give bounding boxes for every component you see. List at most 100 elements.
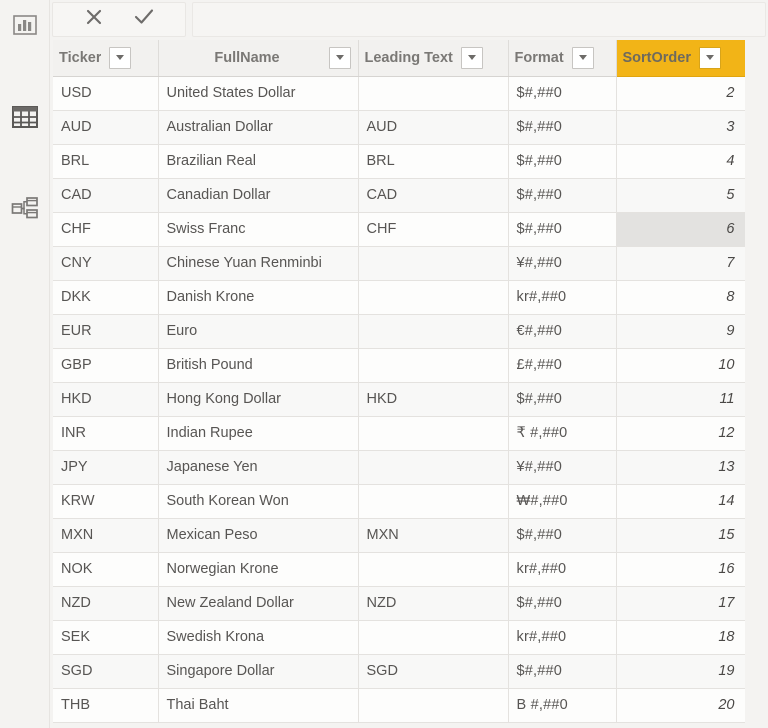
cell-ticker[interactable]: AUD: [53, 110, 159, 145]
cell-ticker[interactable]: MXN: [53, 518, 159, 553]
cell-format[interactable]: $#,##0: [508, 110, 617, 145]
cell-full[interactable]: Chinese Yuan Renminbi: [158, 246, 359, 281]
cell-ticker[interactable]: SGD: [53, 654, 159, 689]
column-header-sortorder[interactable]: SortOrder: [616, 40, 746, 77]
cell-sort[interactable]: 8: [616, 280, 746, 315]
filter-dropdown-format[interactable]: [571, 46, 594, 69]
cell-full[interactable]: Swedish Krona: [158, 620, 359, 655]
cell-sort[interactable]: 18: [616, 620, 746, 655]
cell-sort[interactable]: 5: [616, 178, 746, 213]
cell-ticker[interactable]: CAD: [53, 178, 159, 213]
table-row[interactable]: USD United States Dollar $#,##0 2: [53, 76, 746, 111]
sidebar-item-report-view[interactable]: [8, 8, 42, 42]
table-row[interactable]: AUD Australian Dollar AUD $#,##0 3: [53, 110, 746, 145]
accept-edit-button[interactable]: [127, 5, 161, 35]
sidebar-item-model-view[interactable]: [8, 192, 42, 226]
cell-ticker[interactable]: CNY: [53, 246, 159, 281]
cell-ticker[interactable]: KRW: [53, 484, 159, 519]
cell-format[interactable]: kr#,##0: [508, 280, 617, 315]
cell-ticker[interactable]: NOK: [53, 552, 159, 587]
column-header-ticker[interactable]: Ticker: [53, 40, 159, 77]
cell-format[interactable]: $#,##0: [508, 212, 617, 247]
cell-full[interactable]: South Korean Won: [158, 484, 359, 519]
table-row[interactable]: NOK Norwegian Krone kr#,##0 16: [53, 552, 746, 587]
cell-format[interactable]: $#,##0: [508, 144, 617, 179]
table-row[interactable]: MXN Mexican Peso MXN $#,##0 15: [53, 518, 746, 553]
cell-sort[interactable]: 4: [616, 144, 746, 179]
table-row[interactable]: JPY Japanese Yen ¥#,##0 13: [53, 450, 746, 485]
cell-format[interactable]: ¥#,##0: [508, 246, 617, 281]
table-row[interactable]: CAD Canadian Dollar CAD $#,##0 5: [53, 178, 746, 213]
cell-sort[interactable]: 7: [616, 246, 746, 281]
table-row[interactable]: GBP British Pound £#,##0 10: [53, 348, 746, 383]
column-header-leading-text[interactable]: Leading Text: [358, 40, 509, 77]
cell-full[interactable]: Singapore Dollar: [158, 654, 359, 689]
cell-ticker[interactable]: INR: [53, 416, 159, 451]
filter-dropdown-sortorder[interactable]: [699, 46, 721, 69]
cell-lead[interactable]: [358, 314, 509, 349]
cell-full[interactable]: Canadian Dollar: [158, 178, 359, 213]
cell-ticker[interactable]: EUR: [53, 314, 159, 349]
cell-lead[interactable]: MXN: [358, 518, 509, 553]
filter-dropdown-ticker[interactable]: [109, 46, 132, 69]
cell-lead[interactable]: CAD: [358, 178, 509, 213]
cell-format[interactable]: ₩#,##0: [508, 484, 617, 519]
cell-format[interactable]: $#,##0: [508, 586, 617, 621]
table-row[interactable]: EUR Euro €#,##0 9: [53, 314, 746, 349]
cell-lead[interactable]: [358, 280, 509, 315]
cell-format[interactable]: $#,##0: [508, 76, 617, 111]
cell-full[interactable]: Danish Krone: [158, 280, 359, 315]
table-row[interactable]: CNY Chinese Yuan Renminbi ¥#,##0 7: [53, 246, 746, 281]
cell-sort[interactable]: 13: [616, 450, 746, 485]
sidebar-item-data-view[interactable]: [8, 100, 42, 134]
cell-lead[interactable]: CHF: [358, 212, 509, 247]
cell-full[interactable]: Swiss Franc: [158, 212, 359, 247]
cell-sort[interactable]: 20: [616, 688, 746, 723]
cell-full[interactable]: Thai Baht: [158, 688, 359, 723]
cell-format[interactable]: $#,##0: [508, 382, 617, 417]
cell-sort[interactable]: 2: [616, 76, 746, 111]
cell-sort[interactable]: 14: [616, 484, 746, 519]
cell-ticker[interactable]: JPY: [53, 450, 159, 485]
table-row[interactable]: NZD New Zealand Dollar NZD $#,##0 17: [53, 586, 746, 621]
cell-sort[interactable]: 17: [616, 586, 746, 621]
cell-format[interactable]: £#,##0: [508, 348, 617, 383]
cell-lead[interactable]: [358, 552, 509, 587]
cell-ticker[interactable]: NZD: [53, 586, 159, 621]
cell-format[interactable]: $#,##0: [508, 654, 617, 689]
cell-format[interactable]: €#,##0: [508, 314, 617, 349]
cell-lead[interactable]: AUD: [358, 110, 509, 145]
column-header-fullname[interactable]: FullName: [158, 40, 359, 77]
table-row[interactable]: CHF Swiss Franc CHF $#,##0 6: [53, 212, 746, 247]
cell-sort[interactable]: 19: [616, 654, 746, 689]
cell-full[interactable]: New Zealand Dollar: [158, 586, 359, 621]
table-row[interactable]: BRL Brazilian Real BRL $#,##0 4: [53, 144, 746, 179]
cell-ticker[interactable]: GBP: [53, 348, 159, 383]
cell-ticker[interactable]: BRL: [53, 144, 159, 179]
cell-format[interactable]: ¥#,##0: [508, 450, 617, 485]
cell-format[interactable]: kr#,##0: [508, 620, 617, 655]
cell-lead[interactable]: HKD: [358, 382, 509, 417]
cell-lead[interactable]: [358, 484, 509, 519]
table-row[interactable]: DKK Danish Krone kr#,##0 8: [53, 280, 746, 315]
cell-ticker[interactable]: CHF: [53, 212, 159, 247]
cell-format[interactable]: kr#,##0: [508, 552, 617, 587]
cell-sort[interactable]: 16: [616, 552, 746, 587]
cell-lead[interactable]: BRL: [358, 144, 509, 179]
table-row[interactable]: SEK Swedish Krona kr#,##0 18: [53, 620, 746, 655]
formula-input[interactable]: [192, 2, 766, 37]
cell-sort[interactable]: 15: [616, 518, 746, 553]
cell-full[interactable]: Japanese Yen: [158, 450, 359, 485]
cell-lead[interactable]: [358, 620, 509, 655]
cell-full[interactable]: United States Dollar: [158, 76, 359, 111]
cancel-edit-button[interactable]: [77, 5, 111, 35]
cell-lead[interactable]: [358, 450, 509, 485]
cell-full[interactable]: British Pound: [158, 348, 359, 383]
cell-format[interactable]: $#,##0: [508, 518, 617, 553]
cell-full[interactable]: Euro: [158, 314, 359, 349]
cell-full[interactable]: Mexican Peso: [158, 518, 359, 553]
cell-sort[interactable]: 9: [616, 314, 746, 349]
cell-format[interactable]: $#,##0: [508, 178, 617, 213]
table-row[interactable]: KRW South Korean Won ₩#,##0 14: [53, 484, 746, 519]
table-row[interactable]: SGD Singapore Dollar SGD $#,##0 19: [53, 654, 746, 689]
